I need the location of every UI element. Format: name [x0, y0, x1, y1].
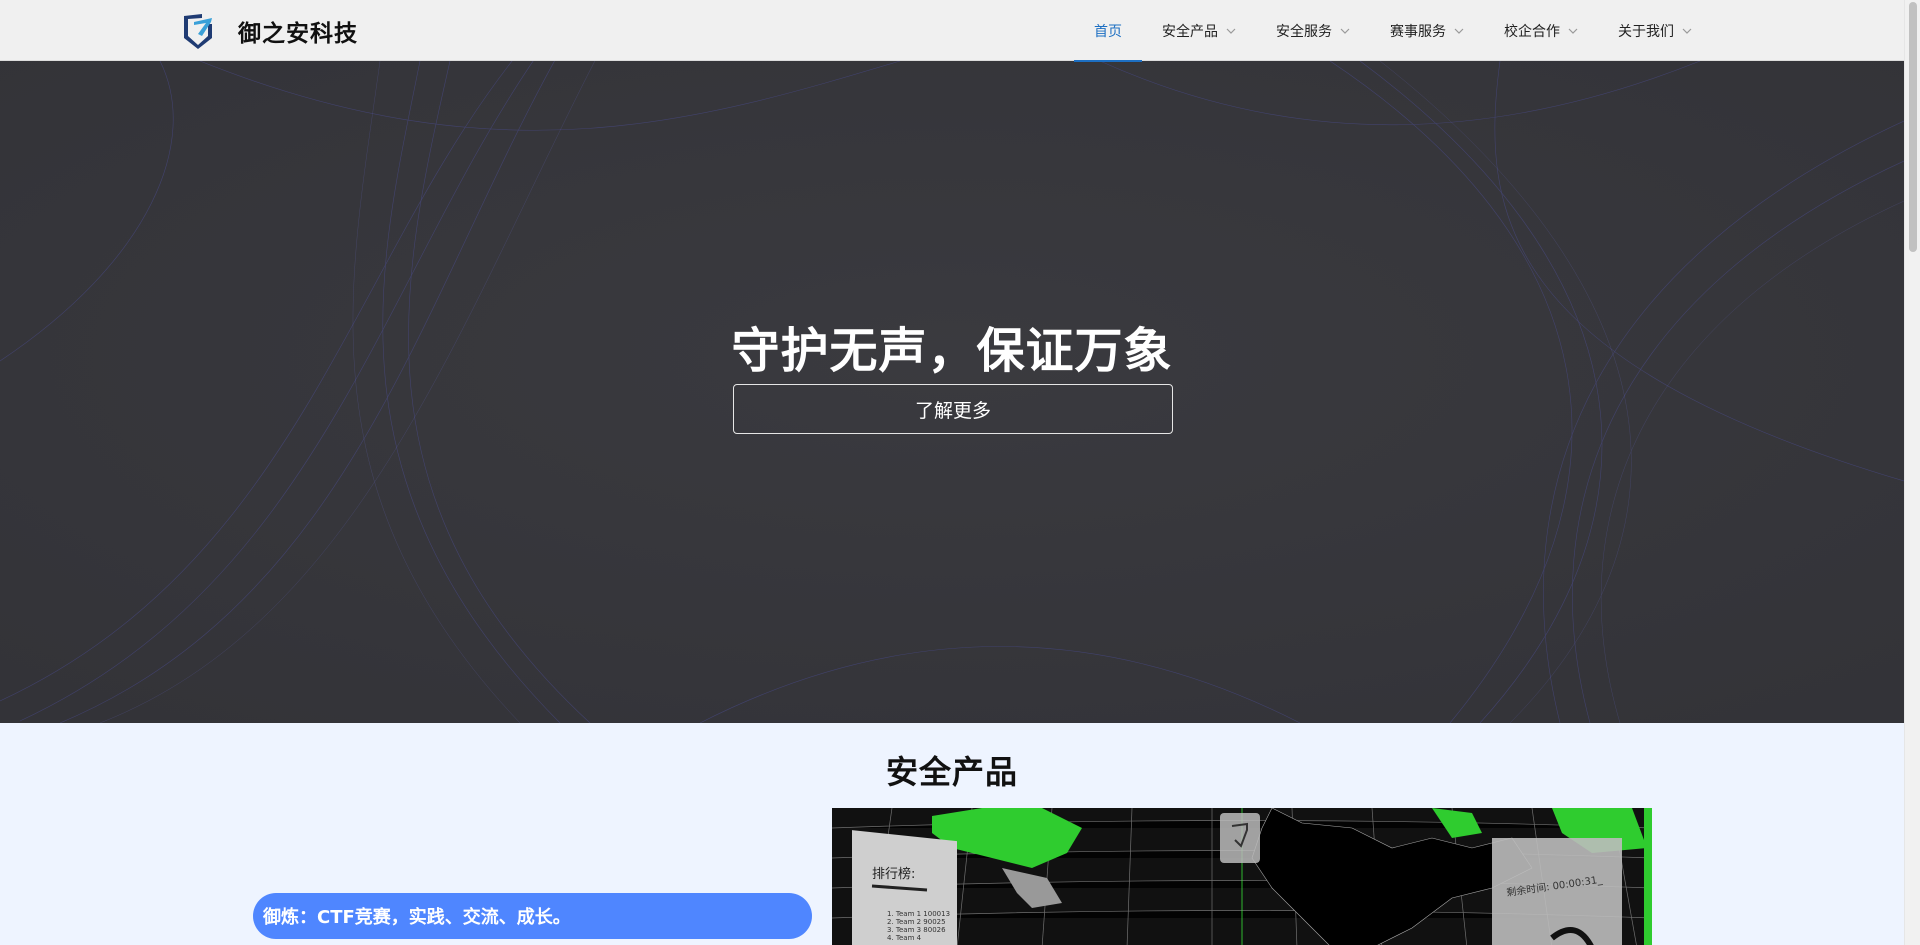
leaderboard-title: 排行榜: [872, 866, 915, 882]
world-map-illustration: 排行榜: 1. Team 1 100013 2. Team 2 90025 3.… [832, 808, 1652, 945]
security-products-section: 安全产品 御炼：CTF竞赛，实践、交流、成长。 排行榜: 1. Team 1 1… [0, 723, 1904, 945]
product-title-pill[interactable]: 御炼：CTF竞赛，实践、交流、成长。 [253, 893, 812, 939]
brand[interactable]: 御之安科技 [180, 12, 358, 50]
nav-item-about-us[interactable]: 关于我们 [1598, 0, 1712, 61]
nav-item-label: 安全服务 [1276, 23, 1332, 40]
nav-item-security-services[interactable]: 安全服务 [1256, 0, 1370, 61]
leaderboard-row: 1. Team 1 100013 [887, 910, 950, 918]
leaderboard-row: 4. Team 4 [887, 934, 922, 942]
nav-item-school-enterprise[interactable]: 校企合作 [1484, 0, 1598, 61]
chevron-down-icon [1340, 28, 1350, 34]
learn-more-button[interactable]: 了解更多 [733, 384, 1173, 434]
section-title: 安全产品 [885, 753, 1018, 791]
nav-item-label: 校企合作 [1504, 23, 1560, 40]
main-nav: 首页 安全产品 安全服务 赛事服务 校企合作 关于我们 [1074, 0, 1712, 62]
chevron-down-icon [1682, 28, 1692, 34]
hero-banner: 守护无声，保证万象 了解更多 [0, 61, 1904, 723]
nav-item-label: 赛事服务 [1390, 23, 1446, 40]
ctf-platform-preview-image[interactable]: 排行榜: 1. Team 1 100013 2. Team 2 90025 3.… [832, 808, 1652, 945]
top-navbar: 御之安科技 首页 安全产品 安全服务 赛事服务 校企合作 关于我们 [0, 0, 1904, 62]
chevron-down-icon [1226, 28, 1236, 34]
chevron-down-icon [1454, 28, 1464, 34]
brand-name: 御之安科技 [238, 21, 358, 47]
nav-item-competition-services[interactable]: 赛事服务 [1370, 0, 1484, 61]
leaderboard-row: 3. Team 3 80026 [887, 926, 946, 934]
hero-title: 守护无声，保证万象 [731, 323, 1173, 379]
nav-item-label: 关于我们 [1618, 23, 1674, 40]
scrollbar-thumb[interactable] [1909, 2, 1917, 252]
shield-logo-icon [184, 14, 212, 49]
chevron-down-icon [1568, 28, 1578, 34]
leaderboard-row: 2. Team 2 90025 [887, 918, 946, 926]
nav-item-home[interactable]: 首页 [1074, 0, 1142, 62]
page-scrollbar[interactable] [1904, 0, 1920, 945]
nav-item-security-products[interactable]: 安全产品 [1142, 0, 1256, 61]
nav-item-label: 首页 [1094, 23, 1122, 40]
nav-item-label: 安全产品 [1162, 23, 1218, 40]
